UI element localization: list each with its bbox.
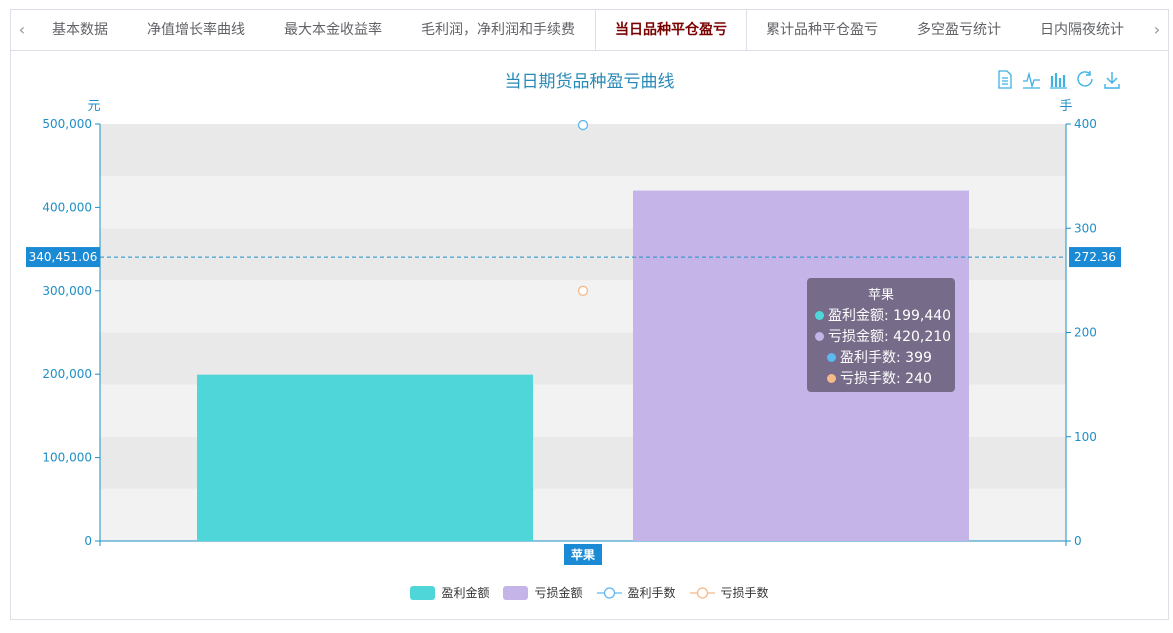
line-point-3 — [577, 285, 589, 296]
category-label: 苹果 — [571, 547, 595, 562]
y-right-tick-label: 0 — [1074, 534, 1082, 548]
chart-canvas: 0 100,000 200,000 300,000 400,000 500,000 元 0 10… — [26, 99, 1121, 565]
chart-panel: ‹ 基本数据 净值增长率曲线 最大本金收益率 毛利润，净利润和手续费 当日品种平仓盈亏累… — [10, 9, 1169, 620]
chart-legend: 盈利金额 亏损金额 盈利手数 亏损手数 — [11, 584, 1168, 601]
y-right-tick-label: 100 — [1074, 430, 1097, 444]
legend-line-swatch-icon — [689, 586, 715, 599]
crosshair-right-label: 272.36 — [1074, 250, 1116, 264]
tooltip-row: 盈利手数: 399 — [815, 348, 947, 369]
legend-label: 盈利金额 — [441, 586, 490, 600]
y-left-unit: 元 — [87, 99, 100, 114]
tooltip-series-value: 420,210 — [893, 329, 952, 345]
tooltip-row: 盈利金额: 199,440 — [815, 306, 951, 327]
y-left-tick-label: 300,000 — [42, 284, 92, 298]
tooltip-series-name: 亏损金额 — [828, 329, 884, 345]
y-left-tick-label: 400,000 — [42, 200, 92, 214]
tooltip-separator: : — [896, 371, 906, 387]
legend-item[interactable]: 亏损手数 — [689, 584, 769, 601]
y-right-tick-label: 200 — [1074, 326, 1097, 340]
y-right-tick-label: 300 — [1074, 221, 1097, 235]
legend-item[interactable]: 盈利手数 — [596, 584, 676, 601]
tooltip-separator: : — [884, 308, 894, 324]
y-left-tick-label: 500,000 — [42, 117, 92, 131]
series-dot-icon — [827, 373, 836, 383]
y-right-tick-label: 400 — [1074, 117, 1097, 131]
tooltip-series-value: 240 — [905, 371, 932, 387]
y-left-tick-label: 0 — [84, 534, 92, 548]
tooltip-series-name: 亏损手数 — [840, 371, 896, 387]
legend-label: 亏损手数 — [720, 586, 769, 600]
grid-band — [100, 124, 1066, 177]
tooltip-row: 亏损手数: 240 — [815, 369, 947, 390]
y-left-tick-label: 200,000 — [42, 367, 92, 381]
tooltip-separator: : — [884, 329, 894, 345]
y-left-tick-label: 100,000 — [42, 451, 92, 465]
chart-tooltip: 苹果 盈利金额: 199,440 亏损金额: 420,210 盈利手数: 399 亏损… — [807, 278, 955, 392]
tooltip-row: 亏损金额: 420,210 — [815, 327, 951, 348]
crosshair-left-label: 340,451.06 — [29, 250, 98, 264]
tooltip-title: 苹果 — [867, 288, 894, 303]
tooltip-separator: : — [896, 350, 906, 366]
y-right-unit: 手 — [1059, 99, 1072, 114]
tooltip-series-value: 399 — [905, 350, 932, 366]
tooltip-series-name: 盈利金额 — [828, 308, 884, 324]
legend-bar-swatch-icon — [410, 585, 436, 600]
legend-bar-swatch-icon — [503, 585, 529, 600]
legend-item[interactable]: 亏损金额 — [503, 584, 583, 601]
legend-item[interactable]: 盈利金额 — [410, 584, 489, 601]
series-dot-icon — [815, 331, 824, 341]
line-point-2 — [577, 119, 589, 131]
tooltip-series-name: 盈利手数 — [840, 350, 896, 366]
tooltip-series-value: 199,440 — [893, 308, 952, 324]
legend-line-swatch-icon — [596, 586, 622, 599]
series-dot-icon — [827, 352, 836, 362]
legend-label: 盈利手数 — [627, 586, 676, 600]
legend-label: 亏损金额 — [534, 586, 583, 600]
bar-bar-0 — [197, 374, 533, 541]
series-dot-icon — [815, 310, 824, 320]
